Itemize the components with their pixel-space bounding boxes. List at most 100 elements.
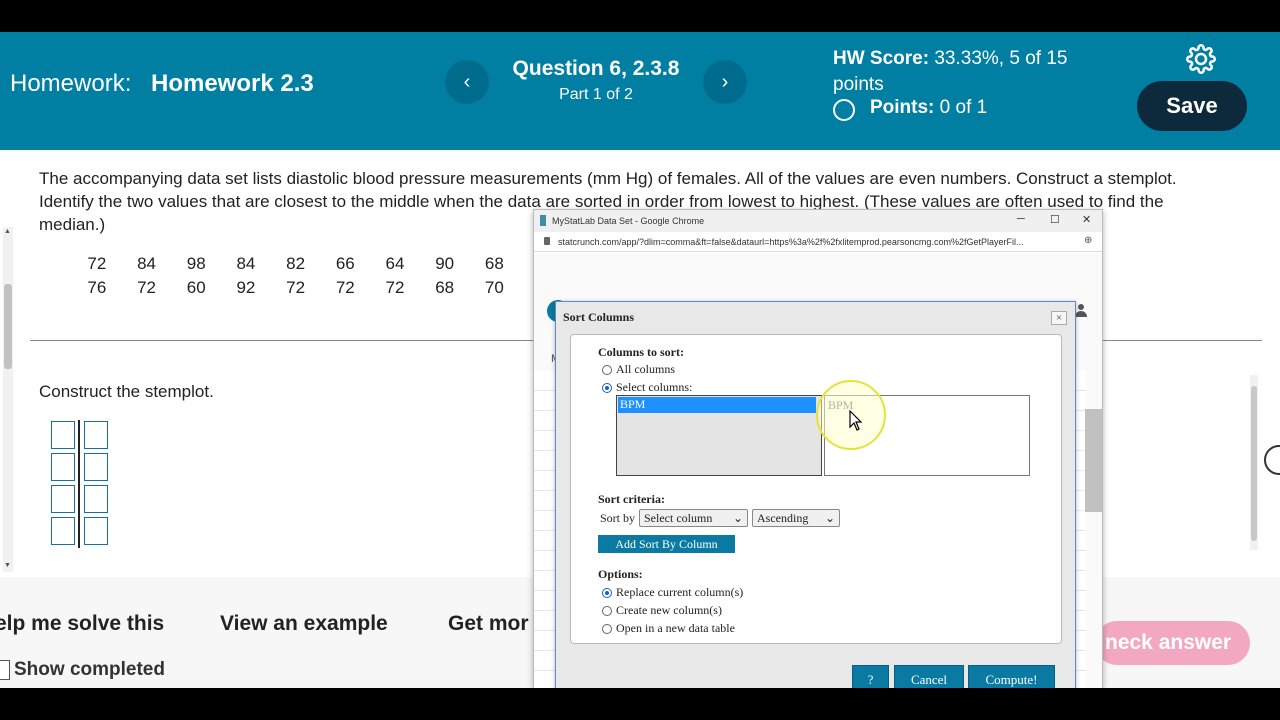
data-row: 76 72 60 92 72 72 72 68 70 (72, 278, 519, 302)
add-sort-by-column-button[interactable]: Add Sort By Column (598, 535, 735, 553)
data-cell: 60 (186, 278, 206, 297)
check-answer-button[interactable]: neck answer (1095, 621, 1250, 665)
scroll-up-arrow-icon[interactable]: ▲ (4, 228, 11, 235)
gear-icon[interactable] (1186, 44, 1216, 74)
stem-divider (78, 452, 80, 484)
scroll-down-arrow-icon[interactable]: ▼ (4, 562, 11, 569)
points-label: Points: (870, 97, 935, 118)
help-circle-icon[interactable] (1264, 445, 1280, 475)
sort-order-value: Ascending (757, 510, 809, 525)
data-cell: 84 (236, 254, 256, 273)
hw-score-label: HW Score: (833, 48, 930, 69)
show-completed-checkbox[interactable] (0, 660, 10, 680)
left-scrollbar-thumb[interactable] (4, 284, 12, 369)
chevron-down-icon: ⌄ (732, 510, 743, 525)
lock-icon (544, 237, 550, 245)
sort-column-value: Select column (644, 510, 713, 525)
mouse-cursor-icon (849, 410, 863, 431)
leaf-input[interactable] (83, 517, 108, 545)
data-cell: 72 (87, 254, 107, 273)
dialog-panel: Columns to sort: All columns Select colu… (570, 334, 1062, 644)
radio-button[interactable] (602, 623, 612, 634)
data-cell: 70 (484, 278, 504, 297)
data-row: 72 84 98 84 82 66 64 90 68 (72, 254, 519, 278)
data-cell: 72 (137, 278, 156, 297)
data-cell: 72 (286, 278, 306, 297)
available-columns-list[interactable]: BPM (616, 395, 822, 476)
show-completed-label: Show completed (14, 659, 165, 680)
radio-button[interactable] (602, 382, 612, 393)
replace-columns-option[interactable]: Replace current column(s) (602, 585, 743, 600)
stem-divider (78, 516, 80, 548)
stemplot-row (51, 484, 111, 516)
sort-order-select[interactable]: Ascending ⌄ (752, 509, 840, 527)
close-icon[interactable]: ✕ (1082, 213, 1091, 226)
chrome-titlebar[interactable]: MyStatLab Data Set - Google Chrome ─ ☐ ✕ (534, 210, 1102, 232)
stem-input[interactable] (51, 453, 75, 481)
list-item[interactable]: BPM (618, 397, 816, 413)
minimize-icon[interactable]: ─ (1017, 213, 1025, 225)
url-text: statcrunch.com/app/?dlim=comma&ft=false&… (558, 237, 1024, 247)
dialog-title: Sort Columns (563, 310, 635, 324)
points: Points: 0 of 1 (870, 97, 987, 119)
data-cell: 92 (236, 278, 256, 297)
sort-columns-dialog: Sort Columns × Columns to sort: All colu… (555, 301, 1076, 688)
get-more-help-link[interactable]: Get mor (448, 612, 529, 636)
check-answer-label: neck answer (1105, 631, 1232, 654)
open-new-table-label: Open in a new data table (616, 621, 735, 635)
view-example-link[interactable]: View an example (220, 612, 388, 636)
hw-score: HW Score: 33.33%, 5 of 15 points (833, 46, 1113, 98)
next-question-button[interactable]: › (703, 60, 747, 104)
create-columns-option[interactable]: Create new column(s) (602, 603, 722, 618)
compute-button[interactable]: Compute! (968, 665, 1055, 688)
construct-instruction: Construct the stemplot. (39, 382, 214, 401)
stem-input[interactable] (51, 485, 75, 513)
stemplot-row (51, 420, 111, 452)
leaf-input[interactable] (83, 453, 108, 481)
stem-input[interactable] (51, 421, 75, 449)
chevron-left-icon: ‹ (463, 70, 471, 93)
select-columns-option[interactable]: Select columns: (602, 380, 692, 395)
right-scrollbar-thumb[interactable] (1251, 386, 1257, 541)
header-bar: Homework: Homework 2.3 ‹ Question 6, 2.3… (0, 32, 1280, 150)
left-scrollbar[interactable] (3, 227, 13, 572)
data-cell: 84 (137, 254, 156, 273)
radio-button[interactable] (602, 587, 612, 598)
open-new-table-option[interactable]: Open in a new data table (602, 621, 735, 636)
create-columns-label: Create new column(s) (616, 603, 722, 617)
stemplot-row (51, 516, 111, 548)
points-value: 0 of 1 (939, 97, 988, 118)
leaf-input[interactable] (83, 421, 108, 449)
previous-question-button[interactable]: ‹ (445, 60, 489, 104)
leaf-input[interactable] (83, 485, 108, 513)
maximize-icon[interactable]: ☐ (1050, 213, 1060, 226)
stem-input[interactable] (51, 517, 75, 545)
user-icon[interactable] (1074, 303, 1088, 317)
replace-columns-label: Replace current column(s) (616, 585, 744, 599)
stem-divider (78, 484, 80, 516)
chevron-down-icon: ⌄ (824, 510, 835, 525)
data-cell: 72 (335, 278, 355, 297)
data-cell: 64 (385, 254, 405, 273)
grid-scrollbar-thumb[interactable] (1085, 409, 1102, 512)
dialog-close-button[interactable]: × (1051, 311, 1067, 325)
dialog-help-button[interactable]: ? (852, 665, 889, 688)
homework-label: Homework: (10, 70, 132, 97)
zoom-icon[interactable]: ⊕ (1084, 235, 1092, 246)
data-table: 72 84 98 84 82 66 64 90 68 76 72 60 92 7… (72, 254, 519, 302)
points-status-icon (833, 99, 855, 121)
data-cell: 90 (435, 254, 455, 273)
stem-divider (78, 420, 80, 452)
radio-button[interactable] (602, 605, 612, 616)
data-cell: 98 (186, 254, 206, 273)
all-columns-option[interactable]: All columns (602, 362, 675, 377)
stemplot-input-table (51, 420, 111, 548)
help-me-solve-link[interactable]: elp me solve this (0, 612, 164, 636)
cancel-button[interactable]: Cancel (894, 665, 964, 688)
save-button[interactable]: Save (1137, 81, 1247, 131)
address-bar[interactable]: statcrunch.com/app/?dlim=comma&ft=false&… (534, 232, 1102, 252)
radio-button[interactable] (602, 364, 612, 375)
sort-column-select[interactable]: Select column ⌄ (639, 509, 748, 527)
question-title: Question 6, 2.3.8 (512, 57, 680, 80)
options-label: Options: (598, 567, 643, 581)
